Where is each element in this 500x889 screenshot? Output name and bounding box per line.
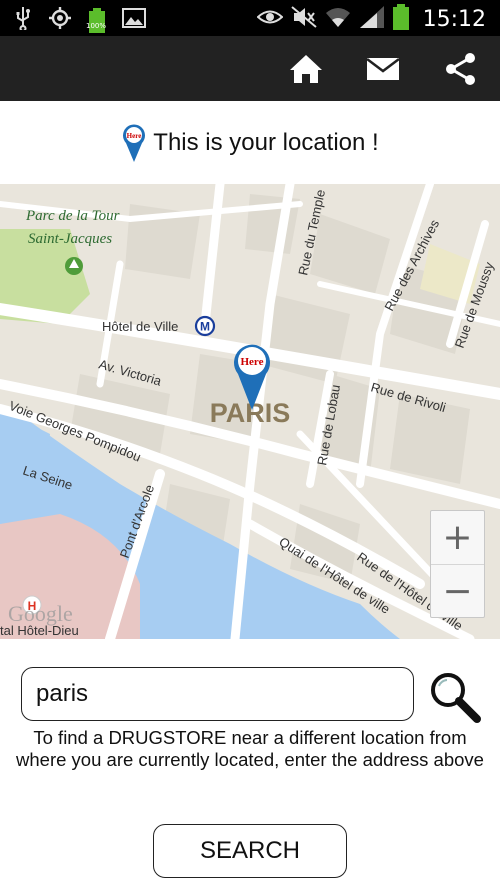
mail-icon [366, 58, 400, 80]
park-name-line1: Parc de la Tour [25, 208, 120, 224]
gps-icon [48, 6, 72, 35]
svg-text:M: M [200, 320, 210, 334]
eye-icon [256, 8, 284, 31]
park-name-line2: Saint-Jacques [28, 231, 112, 247]
map-view[interactable]: Rue du Temple Rue des Archives Rue de Mo… [0, 184, 500, 639]
zoom-in-button[interactable]: + [431, 511, 484, 564]
usb-icon [14, 6, 32, 35]
wifi-icon [325, 6, 351, 33]
park-tree-icon [65, 257, 83, 275]
battery-icon [392, 4, 409, 35]
metro-icon: M [194, 315, 216, 337]
location-header: Here This is your location ! [0, 120, 500, 166]
zoom-controls: + − [430, 510, 485, 618]
share-icon [446, 53, 475, 85]
mute-icon [290, 6, 317, 33]
map-canvas: Rue du Temple Rue des Archives Rue de Mo… [0, 184, 500, 639]
here-pin-icon: Here [123, 124, 146, 162]
location-title: This is your location ! [153, 129, 379, 156]
home-button[interactable] [286, 50, 326, 88]
action-bar [0, 36, 500, 101]
battery-small-icon: 100% [86, 7, 107, 34]
google-watermark: Google [8, 601, 73, 626]
address-search-input[interactable] [21, 667, 414, 721]
magnifier-icon [431, 673, 481, 723]
mail-button[interactable] [363, 50, 403, 88]
clock: 15:12 [422, 7, 486, 32]
signal-icon [359, 5, 385, 34]
search-button[interactable]: SEARCH [153, 824, 347, 878]
image-icon [122, 8, 146, 33]
status-bar: 100% 15:12 [0, 0, 500, 36]
battery-percent: 100% [86, 21, 107, 30]
search-icon-button[interactable] [428, 670, 482, 724]
help-text: To find a DRUGSTORE near a different loc… [16, 727, 484, 770]
zoom-out-button[interactable]: − [431, 564, 484, 618]
home-icon [290, 55, 322, 83]
street-hotel-de-ville: Hôtel de Ville [102, 319, 178, 334]
share-button[interactable] [441, 50, 481, 88]
marker-label: Here [240, 356, 263, 368]
svg-text:Here: Here [127, 132, 142, 140]
